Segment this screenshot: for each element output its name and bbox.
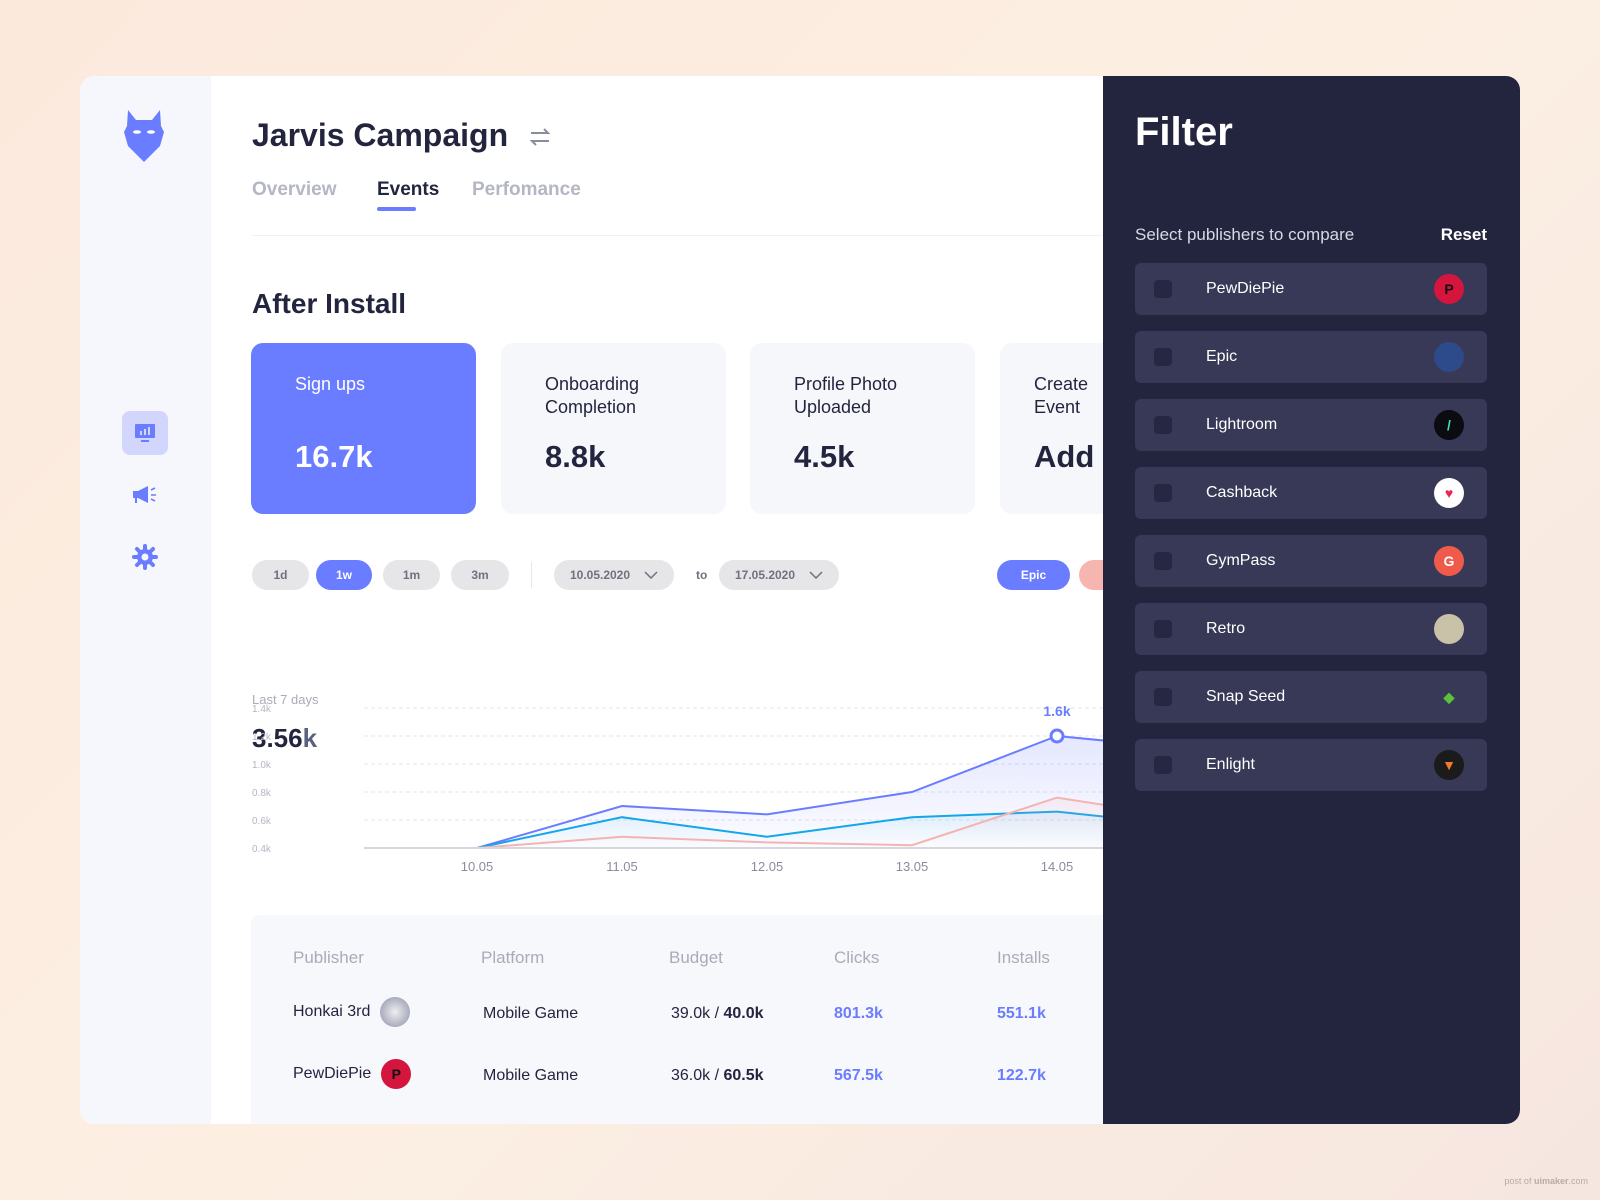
app-window: Jarvis Campaign Overview Events Perfoman… <box>80 76 1520 1124</box>
highlight-label: 1.6k <box>1043 703 1070 719</box>
filter-panel: Filter Select publishers to compare Rese… <box>1103 76 1520 1124</box>
sidebar-item-settings[interactable] <box>122 535 168 579</box>
publisher-table: Publisher Platform Budget Clicks Install… <box>251 915 1103 1124</box>
clicks: 801.3k <box>834 1005 883 1022</box>
column-header-installs: Installs <box>997 948 1050 967</box>
y-tick-label: 0.8k <box>252 788 272 799</box>
publisher-avatar-icon <box>1434 614 1464 644</box>
budget-separator: / <box>710 1005 724 1022</box>
budget-spent: 39.0k <box>671 1005 711 1022</box>
installs: 122.7k <box>997 1067 1046 1084</box>
publisher-filter-item[interactable]: Retro <box>1135 603 1487 655</box>
checkbox[interactable] <box>1154 484 1172 502</box>
publisher-name: Enlight <box>1206 756 1255 773</box>
highlight-point <box>1049 728 1065 744</box>
publisher-filter-item[interactable]: Cashback ♥ <box>1135 467 1487 519</box>
checkbox[interactable] <box>1154 688 1172 706</box>
reset-button[interactable]: Reset <box>1441 225 1487 245</box>
publisher-avatar-icon: G <box>1434 546 1464 576</box>
checkbox[interactable] <box>1154 348 1172 366</box>
checkbox[interactable] <box>1154 416 1172 434</box>
publisher-avatar-icon <box>1434 342 1464 372</box>
events-chart: 1.4k 1.2k 1.0k 0.8k 0.6k 0.4k 10.05 11.05 12.05 1… <box>252 703 1103 874</box>
publisher-name: GymPass <box>1206 552 1276 569</box>
column-header-platform: Platform <box>481 948 545 967</box>
budget-separator: / <box>710 1067 724 1084</box>
publisher-avatar-icon: ▼ <box>1434 750 1464 780</box>
publisher-name: PewDiePie <box>1206 280 1285 297</box>
y-tick-label: 1.0k <box>252 760 272 771</box>
publisher-filter-item[interactable]: Epic <box>1135 331 1487 383</box>
publisher-avatar-icon: ♥ <box>1434 478 1464 508</box>
column-header-budget: Budget <box>669 948 723 967</box>
publisher-name: Lightroom <box>1206 416 1278 433</box>
publisher-avatar-icon: / <box>1434 410 1464 440</box>
publisher-filter-item[interactable]: Lightroom / <box>1135 399 1487 451</box>
x-tick-label: 14.05 <box>1041 859 1074 874</box>
publisher-filter-item[interactable]: GymPass G <box>1135 535 1487 587</box>
gear-icon <box>132 544 158 570</box>
sidebar-item-campaigns[interactable] <box>122 473 168 517</box>
budget-total: 60.5k <box>723 1067 764 1084</box>
column-header-clicks: Clicks <box>834 948 880 967</box>
checkbox[interactable] <box>1154 620 1172 638</box>
publisher-avatar-icon: P <box>1434 274 1464 304</box>
filter-subtitle: Select publishers to compare <box>1135 225 1355 244</box>
publisher-name: Snap Seed <box>1206 688 1286 705</box>
x-tick-label: 12.05 <box>751 859 784 874</box>
honkai-avatar <box>380 997 411 1027</box>
main-content: Jarvis Campaign Overview Events Perfoman… <box>211 76 1103 1124</box>
checkbox[interactable] <box>1154 552 1172 570</box>
installs: 551.1k <box>997 1005 1046 1022</box>
checkbox[interactable] <box>1154 280 1172 298</box>
publisher-name: Retro <box>1206 620 1246 637</box>
main-inner: Jarvis Campaign Overview Events Perfoman… <box>211 76 1103 1124</box>
y-tick-label: 1.4k <box>252 704 272 715</box>
filter-title: Filter <box>1135 110 1233 154</box>
watermark: post of uimaker.com <box>1504 1176 1588 1186</box>
dashboard-icon <box>135 424 155 442</box>
publisher-avatar-icon: ◆ <box>1434 682 1464 712</box>
megaphone-icon <box>133 486 156 503</box>
checkbox[interactable] <box>1154 756 1172 774</box>
platform: Mobile Game <box>483 1067 579 1084</box>
publisher-name: Epic <box>1206 348 1238 365</box>
budget-spent: 36.0k <box>671 1067 711 1084</box>
publisher-name: Honkai 3rd <box>293 1003 371 1020</box>
table-row[interactable]: PewDiePie P Mobile Game 36.0k / 60.5k 567… <box>251 1052 1046 1102</box>
publisher-name: Cashback <box>1206 484 1278 501</box>
publisher-filter-item[interactable]: PewDiePie P <box>1135 263 1487 315</box>
publisher-filter-item[interactable]: Snap Seed ◆ <box>1135 671 1487 723</box>
y-tick-label: 0.6k <box>252 816 272 827</box>
clicks: 567.5k <box>834 1067 883 1084</box>
publisher-filter-item[interactable]: Enlight ▼ <box>1135 739 1487 791</box>
y-tick-label: 1.2k <box>252 732 272 743</box>
sidebar-item-dashboard[interactable] <box>122 411 168 455</box>
fox-logo-icon <box>124 110 164 162</box>
table-row[interactable]: Honkai 3rd Mobile Game 39.0k / 40.0k 801… <box>251 990 1046 1040</box>
x-tick-label: 11.05 <box>606 859 638 874</box>
sidebar <box>80 76 211 1124</box>
publisher-name: PewDiePie <box>293 1065 372 1082</box>
column-header-publisher: Publisher <box>293 948 364 967</box>
x-tick-label: 13.05 <box>896 859 929 874</box>
pewdiepie-avatar: P <box>381 1059 412 1089</box>
y-tick-label: 0.4k <box>252 844 272 855</box>
x-tick-label: 10.05 <box>461 859 494 874</box>
budget-total: 40.0k <box>723 1005 764 1022</box>
platform: Mobile Game <box>483 1005 579 1022</box>
